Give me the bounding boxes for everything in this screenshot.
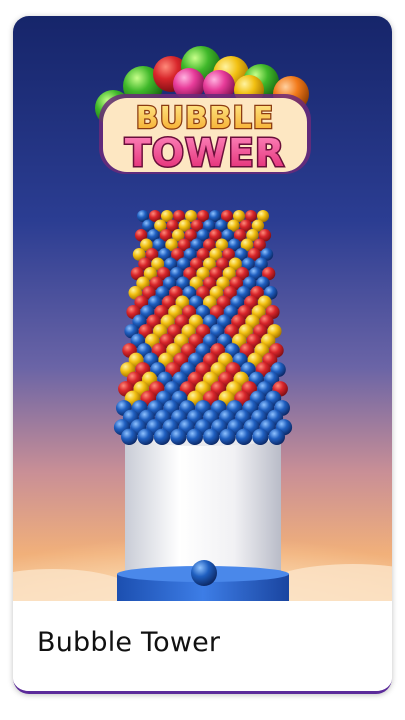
game-cover-art: BUBBLE TOWER xyxy=(13,16,392,601)
tower-bubble xyxy=(186,428,203,445)
game-card[interactable]: BUBBLE TOWER Bubble Tower xyxy=(13,16,392,694)
tower-bubble xyxy=(137,428,154,445)
tower-base xyxy=(117,426,289,601)
tower-bubble xyxy=(252,428,269,445)
tower-bubble xyxy=(153,428,171,445)
game-title: Bubble Tower xyxy=(37,627,221,658)
card-caption: Bubble Tower xyxy=(13,601,392,691)
tower-bubble xyxy=(219,428,236,445)
tower-bubble xyxy=(170,428,187,445)
tower-bubble xyxy=(235,428,253,445)
tower-bubble xyxy=(121,428,138,445)
logo-line2: TOWER xyxy=(125,131,285,175)
tower-bubble xyxy=(203,428,220,445)
tower-bubble xyxy=(268,428,285,445)
